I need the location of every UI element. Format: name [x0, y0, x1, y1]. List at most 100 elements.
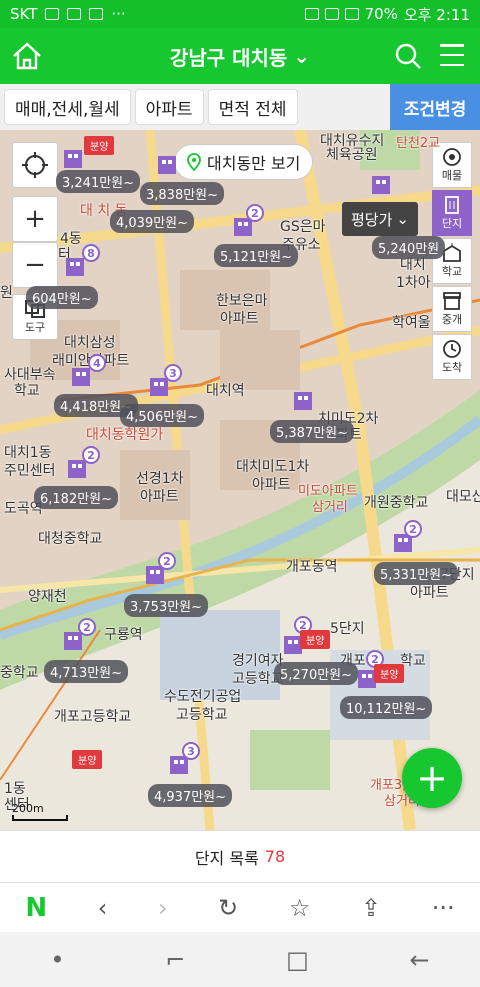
complex-list-bar[interactable]: 단지 목록 78: [0, 830, 480, 882]
filter-trade-type[interactable]: 매매,전세,월세: [4, 89, 131, 125]
alarm-icon: [324, 8, 339, 20]
apartment-marker-icon[interactable]: [62, 144, 84, 170]
map-scale: 200m: [12, 802, 68, 821]
price-label[interactable]: 4,937만원~: [148, 784, 233, 807]
search-icon[interactable]: [394, 42, 422, 70]
back-icon[interactable]: ‹: [98, 894, 108, 922]
price-label[interactable]: 5,240만원: [372, 236, 446, 259]
place-label: 대치삼성: [64, 335, 116, 351]
time-label: 오후 2:11: [403, 5, 470, 24]
price-label[interactable]: 3,241만원~: [56, 170, 141, 193]
price-label[interactable]: 5,121만원~: [214, 244, 299, 267]
apartment-marker-icon[interactable]: [370, 170, 392, 196]
back-button-icon[interactable]: ←: [410, 946, 430, 974]
home-icon[interactable]: [10, 40, 44, 72]
forward-icon[interactable]: ›: [158, 894, 168, 922]
place-label: 아파트: [252, 477, 291, 493]
status-bar: SKT ··· 70% 오후 2:11: [0, 0, 480, 28]
complex-count: 78: [264, 847, 286, 866]
building-icon: [445, 196, 459, 214]
apartment-marker-icon[interactable]: [292, 386, 314, 412]
price-label[interactable]: 4,039만원~: [110, 210, 195, 233]
battery-label: 70%: [364, 5, 398, 23]
tool-listings-label: 매물: [441, 169, 463, 182]
place-label: 대치1동: [4, 445, 52, 461]
browser-toolbar: N ‹ › ↻ ☆ ⇪ ···: [0, 882, 480, 932]
tool-complex[interactable]: 단지: [432, 190, 472, 236]
count-badge: 2: [246, 204, 264, 222]
place-label: 대모산: [446, 489, 480, 505]
place-label: 양재천: [28, 589, 67, 605]
share-icon[interactable]: ⇪: [361, 894, 381, 922]
presale-tag: 분양: [374, 664, 405, 683]
star-icon[interactable]: ☆: [289, 894, 311, 922]
map-view[interactable]: + − 도구 대치동만 보기 평당가 ⌄ 매물 단지 학교 중개 도착 대치유수…: [0, 130, 480, 830]
zoom-out-button[interactable]: −: [12, 242, 58, 288]
price-label[interactable]: 3,753만원~: [124, 594, 209, 617]
price-label[interactable]: 5,270만원~: [274, 662, 359, 685]
status-left: SKT ···: [10, 5, 126, 23]
dong-only-label: 대치동만 보기: [207, 154, 301, 173]
recent-apps-icon[interactable]: •: [50, 946, 64, 974]
more-icon[interactable]: ···: [432, 894, 455, 922]
scale-label: 200m: [12, 802, 44, 815]
switch-apps-icon[interactable]: ⌐: [165, 946, 185, 974]
check-icon: [89, 8, 104, 20]
filter-area[interactable]: 면적 전체: [207, 89, 298, 125]
tool-agent-label: 중개: [441, 313, 463, 326]
place-label: 아파트: [140, 489, 179, 505]
apartment-marker-icon[interactable]: [156, 150, 178, 176]
hamburger-menu-icon[interactable]: [440, 44, 464, 66]
tool-arrival[interactable]: 도착: [432, 334, 472, 380]
place-label: 대치동학원가: [86, 427, 164, 443]
refresh-icon[interactable]: ↻: [218, 894, 238, 922]
zoom-in-button[interactable]: +: [12, 196, 58, 242]
complex-list-label: 단지 목록: [194, 848, 259, 868]
count-badge: 4: [88, 354, 106, 372]
price-label[interactable]: 5,387만원~: [270, 420, 355, 443]
crosshair-icon: [22, 152, 48, 178]
scale-bar: [12, 815, 68, 821]
vibrate-icon: [304, 8, 319, 20]
place-label: 아파트: [220, 311, 259, 327]
filter-bar: 매매,전세,월세 아파트 면적 전체 조건변경: [0, 84, 480, 130]
system-nav-bar: • ⌐ □ ←: [0, 932, 480, 987]
place-label: 한보은마: [216, 293, 268, 309]
place-label: 학여울: [392, 315, 431, 331]
tool-agent[interactable]: 중개: [432, 286, 472, 332]
price-label[interactable]: 604만원~: [26, 286, 98, 309]
chevron-down-icon: ⌄: [293, 44, 311, 68]
price-label[interactable]: 6,182만원~: [34, 486, 119, 509]
place-label: GS은마: [280, 219, 326, 235]
region-selector[interactable]: 강남구 대치동 ⌄: [170, 42, 310, 71]
tool-label: 도구: [24, 321, 46, 334]
home-button-icon[interactable]: □: [286, 946, 309, 974]
count-badge: 2: [78, 618, 96, 636]
gallery-icon: [45, 8, 60, 20]
more-dots: ···: [111, 5, 126, 23]
price-label[interactable]: 3,838만원~: [140, 182, 225, 205]
place-label: 원: [0, 285, 13, 301]
tool-school-label: 학교: [441, 265, 463, 278]
filter-property-type[interactable]: 아파트: [134, 89, 204, 125]
price-label[interactable]: 4,713만원~: [44, 660, 129, 683]
dong-only-button[interactable]: 대치동만 보기: [174, 144, 314, 180]
change-condition-button[interactable]: 조건변경: [390, 84, 480, 130]
price-label[interactable]: 5,331만원~: [374, 562, 459, 585]
price-label[interactable]: 10,112만원~: [340, 696, 433, 719]
locate-me-button[interactable]: [12, 142, 58, 188]
count-badge: 2: [82, 446, 100, 464]
clock-icon: [443, 340, 461, 358]
add-fab-button[interactable]: +: [402, 748, 462, 808]
place-label: 아파트: [410, 585, 449, 601]
place-label: 대청중학교: [38, 531, 103, 547]
naver-home-icon[interactable]: N: [25, 893, 47, 923]
place-label: 삼거리: [312, 500, 348, 515]
price-per-pyung-dropdown[interactable]: 평당가 ⌄: [342, 202, 418, 236]
count-badge: 2: [404, 520, 422, 538]
map-pin-icon: [187, 153, 201, 171]
place-label: 1차아: [396, 275, 431, 291]
price-label[interactable]: 4,506만원~: [120, 404, 205, 427]
place-label: 선경1차: [136, 471, 184, 487]
place-label: 개원중학교: [364, 495, 429, 511]
